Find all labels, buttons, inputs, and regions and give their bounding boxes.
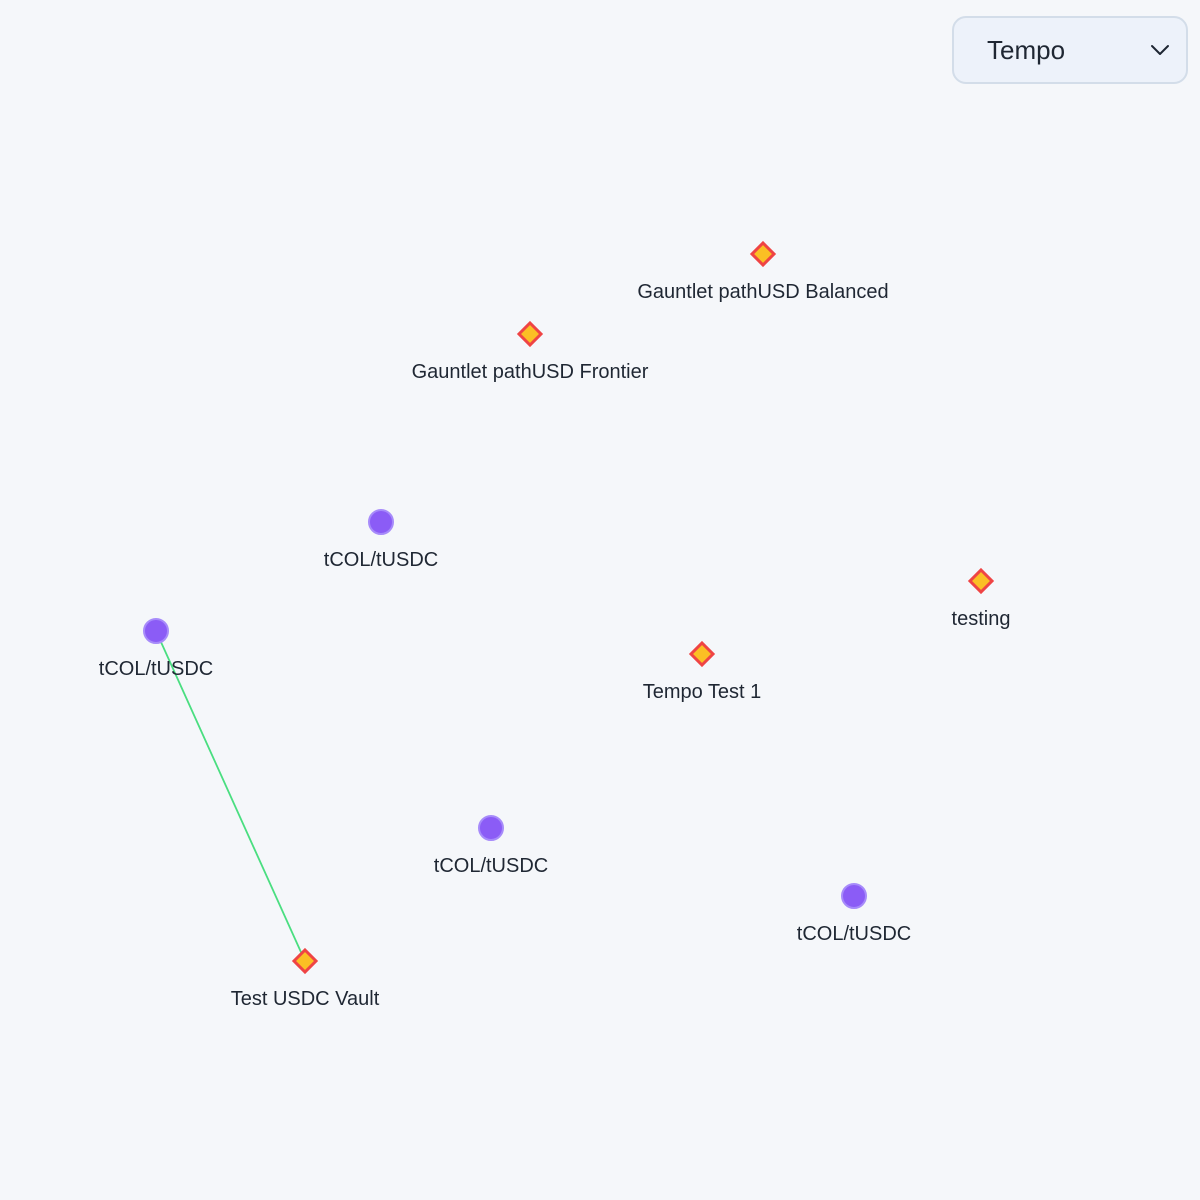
node-label: Test USDC Vault: [231, 988, 380, 1010]
vault-diamond-icon: [967, 567, 995, 595]
market-circle-icon: [368, 509, 394, 535]
edges-layer: [155, 630, 306, 962]
vault-node[interactable]: Gauntlet pathUSD Frontier: [412, 320, 649, 383]
market-node[interactable]: tCOL/tUSDC: [434, 815, 548, 877]
vault-node[interactable]: Test USDC Vault: [231, 947, 380, 1010]
nodes-layer: Gauntlet pathUSD Balanced Gauntlet pathUS…: [99, 240, 1011, 1010]
vault-node[interactable]: testing: [952, 567, 1011, 630]
market-node[interactable]: tCOL/tUSDC: [99, 618, 213, 680]
node-label: Gauntlet pathUSD Balanced: [637, 281, 888, 303]
vault-node[interactable]: Gauntlet pathUSD Balanced: [637, 240, 889, 303]
vault-diamond-icon: [516, 320, 544, 348]
node-label: tCOL/tUSDC: [797, 923, 911, 945]
node-label: tCOL/tUSDC: [434, 855, 548, 877]
node-label: tCOL/tUSDC: [324, 549, 438, 571]
edge-m2-v5: [155, 630, 306, 962]
vault-diamond-icon: [688, 640, 716, 668]
vault-node[interactable]: Tempo Test 1: [643, 640, 762, 703]
market-node[interactable]: tCOL/tUSDC: [324, 509, 438, 571]
network-select[interactable]: Tempo: [952, 16, 1188, 84]
network-select-value: Tempo: [987, 34, 1066, 65]
vault-diamond-icon: [749, 240, 777, 268]
market-circle-icon: [478, 815, 504, 841]
node-label: Tempo Test 1: [643, 681, 762, 703]
node-label: testing: [952, 608, 1011, 630]
node-label: Gauntlet pathUSD Frontier: [412, 361, 649, 383]
network-graph-canvas[interactable]: Gauntlet pathUSD Balanced Gauntlet pathUS…: [0, 0, 1200, 1200]
node-label: tCOL/tUSDC: [99, 658, 213, 680]
vault-diamond-icon: [291, 947, 319, 975]
market-circle-icon: [841, 883, 867, 909]
market-node[interactable]: tCOL/tUSDC: [797, 883, 911, 945]
market-circle-icon: [143, 618, 169, 644]
chevron-down-icon: [1151, 45, 1169, 55]
